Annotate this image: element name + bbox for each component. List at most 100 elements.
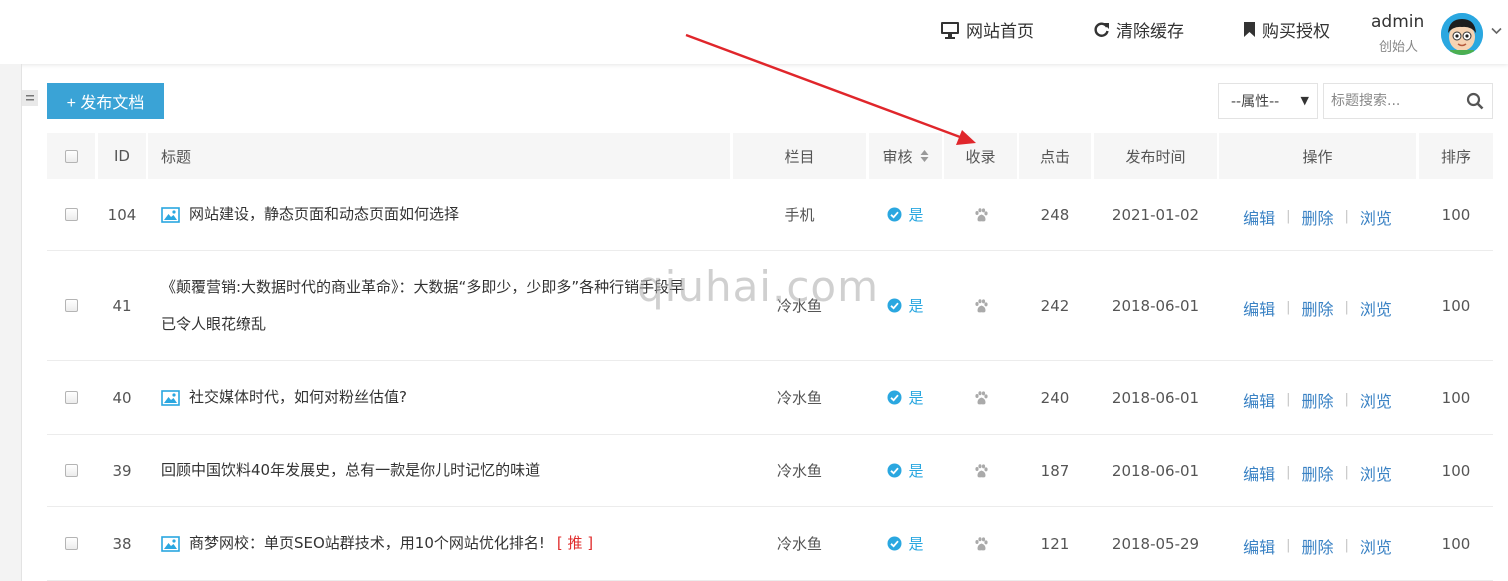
- view-link[interactable]: 浏览: [1360, 461, 1392, 485]
- row-indexed[interactable]: [944, 179, 1017, 250]
- view-link[interactable]: 浏览: [1360, 205, 1392, 229]
- row-category: 冷水鱼: [776, 462, 822, 480]
- row-actions: 编辑 | 删除 | 浏览: [1219, 507, 1416, 580]
- row-review-status[interactable]: 是: [869, 361, 942, 434]
- sort-icon[interactable]: [920, 149, 929, 163]
- row-review-status[interactable]: 是: [869, 251, 942, 360]
- edit-link[interactable]: 编辑: [1243, 205, 1275, 229]
- row-clicks: 242: [1040, 296, 1070, 315]
- row-indexed[interactable]: [944, 361, 1017, 434]
- row-title-line-wrap: 商梦网校：单页SEO站群技术，用10个网站优化排名! [ 推 ]: [189, 525, 593, 562]
- row-title-cell[interactable]: 网站建设，静态页面和动态页面如何选择: [148, 179, 730, 250]
- action-separator: |: [1344, 392, 1349, 407]
- search-icon[interactable]: [1466, 92, 1484, 110]
- header-select-all[interactable]: [47, 133, 95, 179]
- refresh-icon: [1094, 22, 1109, 37]
- view-link[interactable]: 浏览: [1360, 388, 1392, 412]
- chevron-down-icon[interactable]: [1491, 27, 1502, 35]
- select-all-checkbox[interactable]: [64, 149, 78, 163]
- row-title-cell[interactable]: 商梦网校：单页SEO站群技术，用10个网站优化排名! [ 推 ]: [148, 507, 730, 580]
- user-name[interactable]: admin: [1371, 12, 1424, 32]
- row-indexed[interactable]: [944, 507, 1017, 580]
- image-icon: [161, 206, 180, 223]
- review-status[interactable]: 是: [887, 387, 924, 408]
- review-status-label: 是: [908, 297, 924, 315]
- row-checkbox[interactable]: [64, 464, 78, 477]
- table-row: 39 回顾中国饮料40年发展史，总有一款是你儿时记忆的味道 冷水鱼 是 187 2018-…: [47, 435, 1493, 507]
- row-title-line: 《颠覆营销:大数据时代的商业革命》：大数据“多即少，少即多”各种行销手段早: [161, 277, 685, 296]
- row-checkbox[interactable]: [64, 537, 78, 550]
- row-title[interactable]: 社交媒体时代，如何对粉丝估值?: [189, 379, 407, 416]
- action-separator: |: [1344, 209, 1349, 224]
- delete-link[interactable]: 删除: [1301, 388, 1333, 412]
- row-indexed[interactable]: [944, 435, 1017, 506]
- row-select-cell[interactable]: [47, 435, 95, 506]
- header-review[interactable]: 审核: [869, 133, 942, 179]
- row-title-cell[interactable]: 社交媒体时代，如何对粉丝估值?: [148, 361, 730, 434]
- review-status[interactable]: 是: [887, 460, 924, 481]
- row-publish-date: 2018-06-01: [1111, 461, 1200, 480]
- row-select-cell[interactable]: [47, 507, 95, 580]
- header-title: 标题: [148, 133, 730, 179]
- title-search-input[interactable]: [1324, 84, 1454, 118]
- delete-link[interactable]: 删除: [1301, 296, 1333, 320]
- row-title-cell[interactable]: 回顾中国饮料40年发展史，总有一款是你儿时记忆的味道: [148, 435, 730, 506]
- review-status-label: 是: [908, 389, 924, 407]
- baidu-paw-icon[interactable]: [973, 390, 989, 406]
- site-home-link[interactable]: 网站首页: [940, 17, 1034, 42]
- delete-link[interactable]: 删除: [1301, 534, 1333, 558]
- row-select-cell[interactable]: [47, 179, 95, 250]
- row-select-cell[interactable]: [47, 361, 95, 434]
- row-id: 39: [112, 461, 132, 480]
- caret-down-icon: ▼: [1300, 94, 1309, 107]
- user-role: 创始人: [1379, 40, 1419, 55]
- row-title[interactable]: 《颠覆营销:大数据时代的商业革命》：大数据“多即少，少即多”各种行销手段早 已令人…: [161, 269, 684, 343]
- attribute-select[interactable]: --属性-- ▼: [1218, 83, 1318, 119]
- buy-license-link[interactable]: 购买授权: [1243, 17, 1330, 42]
- action-separator: |: [1286, 465, 1291, 480]
- review-status[interactable]: 是: [887, 204, 924, 225]
- review-status[interactable]: 是: [887, 295, 924, 316]
- row-title[interactable]: 商梦网校：单页SEO站群技术，用10个网站优化排名! [ 推 ]: [189, 525, 593, 562]
- edit-link[interactable]: 编辑: [1243, 534, 1275, 558]
- row-review-status[interactable]: 是: [869, 179, 942, 250]
- row-review-status[interactable]: 是: [869, 507, 942, 580]
- edit-link[interactable]: 编辑: [1243, 388, 1275, 412]
- review-status[interactable]: 是: [887, 533, 924, 554]
- menu-toggle-button[interactable]: [22, 90, 38, 106]
- action-separator: |: [1286, 209, 1291, 224]
- clear-cache-link[interactable]: 清除缓存: [1093, 17, 1184, 42]
- row-checkbox[interactable]: [64, 391, 78, 404]
- row-category: 手机: [784, 206, 815, 224]
- review-status-label: 是: [908, 206, 924, 224]
- baidu-paw-icon[interactable]: [973, 463, 989, 479]
- review-status-label: 是: [908, 535, 924, 553]
- row-sort-order: 100: [1441, 461, 1471, 480]
- baidu-paw-icon[interactable]: [973, 207, 989, 223]
- title-search[interactable]: [1323, 83, 1493, 119]
- view-link[interactable]: 浏览: [1360, 296, 1392, 320]
- delete-link[interactable]: 删除: [1301, 461, 1333, 485]
- baidu-paw-icon[interactable]: [973, 536, 989, 552]
- delete-link[interactable]: 删除: [1301, 205, 1333, 229]
- row-review-status[interactable]: 是: [869, 435, 942, 506]
- avatar[interactable]: [1441, 13, 1483, 55]
- row-select-cell[interactable]: [47, 251, 95, 360]
- publish-document-button[interactable]: + 发布文档: [47, 83, 164, 119]
- row-checkbox[interactable]: [64, 208, 78, 221]
- edit-link[interactable]: 编辑: [1243, 296, 1275, 320]
- review-status-label: 是: [908, 462, 924, 480]
- edit-link[interactable]: 编辑: [1243, 461, 1275, 485]
- row-checkbox[interactable]: [64, 299, 78, 312]
- bookmark-icon: [1244, 22, 1255, 37]
- monitor-icon: [941, 21, 959, 39]
- row-sort-order: 100: [1441, 534, 1471, 553]
- row-indexed[interactable]: [944, 251, 1017, 360]
- row-category: 冷水鱼: [776, 535, 822, 553]
- row-title[interactable]: 网站建设，静态页面和动态页面如何选择: [189, 196, 459, 233]
- header-actions: 操作: [1219, 133, 1416, 179]
- view-link[interactable]: 浏览: [1360, 534, 1392, 558]
- baidu-paw-icon[interactable]: [973, 298, 989, 314]
- row-title[interactable]: 回顾中国饮料40年发展史，总有一款是你儿时记忆的味道: [161, 452, 540, 489]
- top-bar: 网站首页 清除缓存 购买授权 admin 创始人: [0, 0, 1508, 64]
